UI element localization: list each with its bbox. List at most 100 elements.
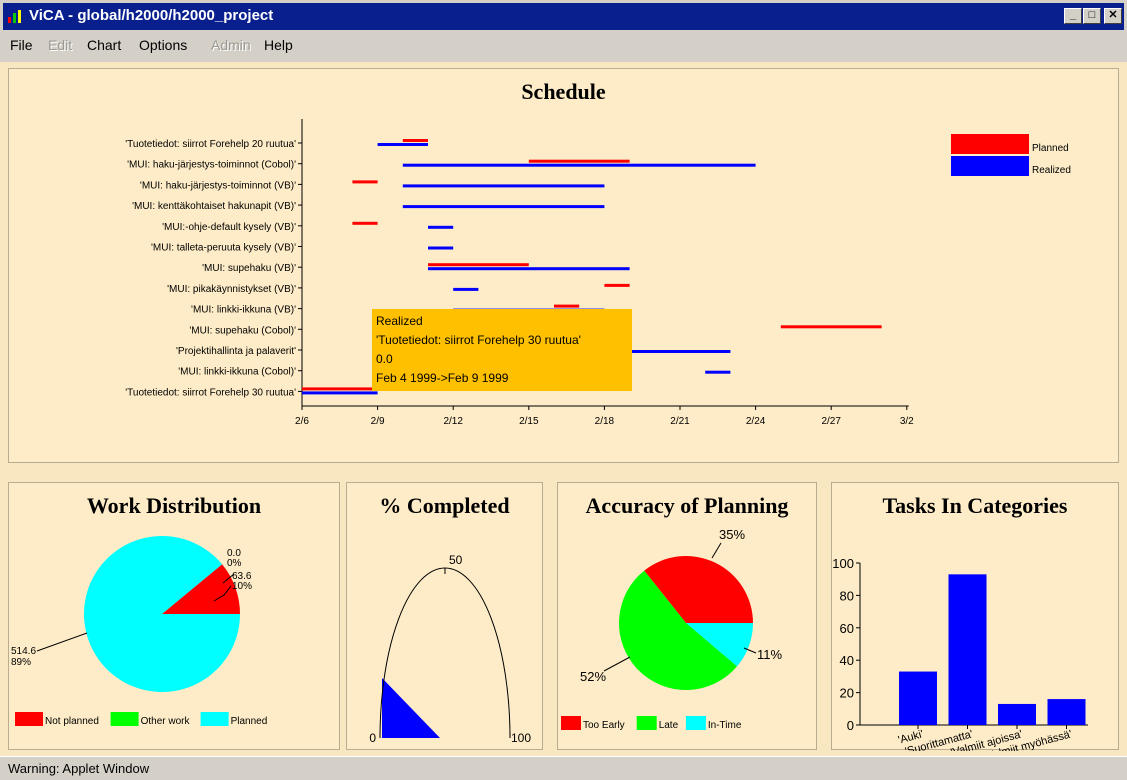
realized-bar — [402, 163, 756, 167]
categories-bar — [1047, 699, 1086, 725]
schedule-x-tick-label: 2/9 — [371, 416, 385, 427]
schedule-task-label: 'Projektihallinta ja palaverit' — [176, 346, 296, 357]
minimize-icon: _ — [1069, 9, 1077, 21]
legend-label: In-Time — [708, 720, 742, 731]
gauge-mid-label: 50 — [449, 553, 463, 567]
planned-bar — [402, 139, 428, 142]
menu-bar: File Edit Chart Options Admin Help — [0, 30, 1127, 62]
window-title: ViCA - global/h2000/h2000_project — [29, 7, 274, 24]
title-bar[interactable]: ViCA - global/h2000/h2000_project _ □ ✕ — [0, 0, 1127, 30]
legend-label: Too Early — [583, 720, 625, 731]
schedule-panel: Schedule 'Tuotetiedot: siirrot Forehelp … — [8, 68, 1119, 463]
maximize-icon: □ — [1088, 9, 1096, 21]
status-text: Warning: Applet Window — [8, 761, 150, 776]
schedule-task-label: 'MUI: haku-järjestys-toiminnot (VB)' — [140, 180, 296, 191]
completed-fill — [382, 678, 440, 738]
minimize-button[interactable]: _ — [1064, 8, 1082, 24]
accuracy-panel: Accuracy of Planning 35% 11% 52% Too Early L… — [557, 482, 817, 750]
close-icon: ✕ — [1108, 9, 1118, 21]
planned-bar — [604, 283, 630, 287]
work-distribution-pct-label: 0% — [227, 558, 242, 569]
accuracy-chart: 35% 11% 52% Too Early Late In-Time — [561, 527, 782, 731]
status-bar: Warning: Applet Window — [0, 756, 1127, 780]
menu-edit: Edit — [48, 37, 73, 53]
planned-bar — [554, 304, 580, 308]
legend-label: Not planned — [45, 716, 99, 727]
categories-chart: 020406080100'Auki''Suorittamatta''Valmii… — [832, 556, 1088, 751]
menu-admin: Admin — [211, 37, 251, 53]
schedule-x-tick-label: 2/12 — [443, 416, 463, 427]
schedule-x-tick-label: 2/24 — [746, 416, 766, 427]
realized-bar — [629, 350, 731, 353]
schedule-x-tick-label: 3/2 — [900, 416, 914, 427]
categories-y-tick-label: 60 — [840, 621, 854, 636]
work-distribution-slice — [84, 536, 240, 692]
gauge-max-label: 100 — [511, 731, 531, 745]
categories-bar — [899, 671, 937, 725]
schedule-task-label: 'Tuotetiedot: siirrot Forehelp 20 ruutua… — [125, 139, 296, 150]
planned-bar — [352, 180, 378, 184]
realized-bar — [402, 184, 605, 188]
legend-realized-label: Realized — [1032, 165, 1071, 176]
schedule-chart[interactable]: 'Tuotetiedot: siirrot Forehelp 20 ruutua… — [9, 69, 1120, 464]
legend-swatch — [636, 716, 657, 730]
legend-label: Late — [659, 720, 679, 731]
schedule-x-tick-label: 2/15 — [519, 416, 539, 427]
realized-bar — [402, 205, 605, 209]
schedule-task-label: 'MUI: talleta-peruuta kysely (VB)' — [151, 243, 296, 254]
realized-bar — [377, 143, 428, 146]
menu-chart[interactable]: Chart — [87, 37, 121, 53]
legend-swatch — [200, 712, 229, 726]
tooltip-line: Realized — [376, 314, 423, 328]
legend-realized-swatch — [951, 156, 1029, 176]
menu-file[interactable]: File — [10, 37, 33, 53]
tooltip-line: 'Tuotetiedot: siirrot Forehelp 30 ruutua… — [376, 333, 581, 347]
schedule-x-tick-label: 2/18 — [595, 416, 615, 427]
schedule-task-label: 'MUI: supehaku (VB)' — [202, 263, 296, 274]
legend-label: Other work — [141, 716, 191, 727]
planned-bar — [352, 221, 378, 225]
maximize-button[interactable]: □ — [1083, 8, 1101, 24]
tooltip-line: Feb 4 1999->Feb 9 1999 — [376, 371, 509, 385]
schedule-task-label: 'MUI: haku-järjestys-toiminnot (Cobol)' — [127, 160, 296, 171]
realized-bar — [453, 287, 479, 291]
tooltip-line: 0.0 — [376, 352, 393, 366]
categories-y-tick-label: 40 — [840, 653, 854, 668]
schedule-task-label: 'MUI: supehaku (Cobol)' — [189, 325, 296, 336]
schedule-task-label: 'MUI: linkki-ikkuna (VB)' — [191, 305, 296, 316]
realized-bar — [428, 225, 454, 229]
planned-bar — [528, 159, 630, 163]
applet-area: Schedule 'Tuotetiedot: siirrot Forehelp … — [0, 62, 1127, 756]
label-leader-line — [711, 542, 722, 559]
schedule-task-label: 'MUI: kenttäkohtaiset hakunapit (VB)' — [132, 201, 296, 212]
categories-y-tick-label: 0 — [847, 718, 854, 733]
label-leader-line — [603, 656, 631, 672]
categories-y-tick-label: 20 — [840, 686, 854, 701]
realized-bar — [705, 370, 731, 374]
realized-bar — [302, 391, 378, 395]
menu-options[interactable]: Options — [139, 37, 187, 53]
legend-label: Planned — [231, 716, 268, 727]
accuracy-pct-label: 11% — [757, 647, 782, 662]
schedule-task-label: 'Tuotetiedot: siirrot Forehelp 30 ruutua… — [125, 387, 296, 398]
accuracy-pct-label: 35% — [719, 527, 745, 542]
categories-y-tick-label: 100 — [832, 556, 854, 571]
menu-help[interactable]: Help — [264, 37, 293, 53]
work-distribution-panel: Work Distribution 0.0 0% 63.6 10% 514.6 89% No… — [8, 482, 340, 750]
work-distribution-pct-label: 89% — [11, 657, 31, 668]
schedule-x-tick-label: 2/21 — [670, 416, 690, 427]
legend-swatch — [110, 712, 139, 726]
planned-bar — [780, 325, 882, 329]
close-button[interactable]: ✕ — [1104, 8, 1122, 24]
app-icon — [8, 10, 21, 23]
work-distribution-chart: 0.00%63.610%514.689%Not planned Other wor… — [11, 536, 268, 727]
completed-gauge: 0 50 100 — [369, 553, 531, 745]
schedule-task-label: 'MUI: linkki-ikkuna (Cobol)' — [178, 367, 296, 378]
legend-planned-swatch — [951, 134, 1029, 154]
schedule-x-tick-label: 2/27 — [821, 416, 841, 427]
accuracy-pct-label: 52% — [580, 669, 606, 684]
legend-swatch — [685, 716, 706, 730]
categories-bar — [998, 703, 1036, 725]
legend-planned-label: Planned — [1032, 143, 1069, 154]
work-distribution-value-label: 514.6 — [11, 646, 36, 657]
